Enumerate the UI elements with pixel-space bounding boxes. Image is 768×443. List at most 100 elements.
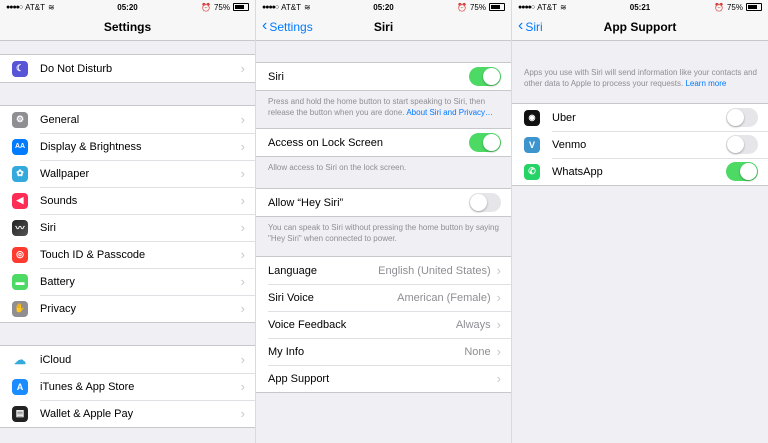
siri-screen: ●●●●○ AT&T ≋ 05:20 ⏰ 75% ‹ Settings Siri Sir… [256,0,512,443]
hey-siri-row: Allow “Hey Siri” [256,189,511,216]
speaker-icon: ◀ [12,192,28,209]
lock-screen-label: Access on Lock Screen [268,136,383,149]
settings-item-icloud[interactable]: ☁ iCloud › [0,346,255,373]
chevron-right-icon: › [240,166,245,181]
app-support-screen: ●●●●○ AT&T ≋ 05:21 ⏰ 75% ‹ Siri App Support … [512,0,768,443]
siri-toggle[interactable] [469,67,501,86]
siri-option-app-support[interactable]: App Support › [256,365,511,392]
chevron-right-icon: › [240,139,245,154]
chevron-right-icon: › [240,274,245,289]
settings-item-label: Do Not Disturb [40,62,113,75]
settings-item-do-not-disturb[interactable]: ☾ Do Not Disturb › [0,55,255,82]
chevron-right-icon: › [496,263,501,278]
settings-item-label: Sounds [40,194,78,207]
moon-icon: ☾ [12,60,28,77]
status-time: 05:20 [373,2,394,12]
back-button[interactable]: ‹ Settings [262,17,313,35]
settings-item-label: General [40,113,80,126]
siri-icon: 〰 [12,219,28,236]
battery-icon [489,3,505,11]
page-title: Settings [103,20,152,34]
settings-item-label: Wallet & Apple Pay [40,407,134,420]
battery-icon [745,3,762,11]
lock-screen-group: Access on Lock Screen [256,128,511,157]
carrier: AT&T [25,2,45,12]
whatsapp-toggle[interactable] [726,162,758,181]
settings-item-sounds[interactable]: ◀ Sounds › [0,187,255,214]
battery-icon [233,3,249,11]
settings-group-2: ⚙ General › AA Display & Brightness › ✿ Wa… [0,105,255,323]
page-title: App Support [603,20,677,34]
chevron-right-icon: › [240,379,245,394]
settings-item-label: Display & Brightness [40,140,142,153]
settings-item-display[interactable]: AA Display & Brightness › [0,133,255,160]
uber-icon: ◉ [524,109,540,126]
battery-percent: 75% [213,2,230,12]
siri-description: Press and hold the home button to start … [256,91,511,118]
settings-item-privacy[interactable]: ✋ Privacy › [0,295,255,322]
status-bar: ●●●●○ AT&T ≋ 05:20 ⏰ 75% [0,0,255,14]
about-siri-link[interactable]: About Siri and Privacy… [406,108,493,117]
chevron-left-icon: ‹ [262,17,268,34]
signal-icon: ●●●●○ [518,3,535,11]
lock-screen-toggle[interactable] [469,133,501,152]
chevron-right-icon: › [240,247,245,262]
alarm-icon: ⏰ [457,2,467,12]
app-store-icon: A [12,378,28,395]
status-bar: ●●●●○ AT&T ≋ 05:20 ⏰ 75% [256,0,511,14]
hand-icon: ✋ [12,300,28,317]
option-value: None [464,345,491,358]
hey-siri-toggle[interactable] [469,193,501,212]
settings-item-wallpaper[interactable]: ✿ Wallpaper › [0,160,255,187]
status-time: 05:20 [117,2,138,12]
cloud-icon: ☁ [12,351,28,368]
option-value: American (Female) [397,291,491,304]
nav-bar: Settings [0,14,255,41]
learn-more-link[interactable]: Learn more [685,79,726,88]
whatsapp-icon: ✆ [524,163,540,180]
settings-item-siri[interactable]: 〰 Siri › [0,214,255,241]
siri-option-my-info[interactable]: My Info None › [256,338,511,365]
battery-percent: 75% [469,2,486,12]
siri-option-language[interactable]: Language English (United States) › [256,257,511,284]
nav-bar: ‹ Settings Siri [256,14,511,41]
siri-label: Siri [268,70,284,83]
carrier: AT&T [537,2,557,12]
hey-siri-description: You can speak to Siri without pressing t… [268,223,499,243]
settings-item-label: Siri [40,221,56,234]
option-label: Siri Voice [268,291,314,304]
venmo-icon: V [524,136,540,153]
wifi-icon: ≋ [48,2,55,12]
chevron-right-icon: › [240,220,245,235]
settings-item-wallet[interactable]: ▤ Wallet & Apple Pay › [0,400,255,427]
settings-group-3: ☁ iCloud › A iTunes & App Store › ▤ Wallet… [0,345,255,428]
hey-siri-label: Allow “Hey Siri” [268,196,344,209]
back-button[interactable]: ‹ Siri [518,18,543,35]
carrier: AT&T [281,2,301,12]
settings-item-battery[interactable]: ▬ Battery › [0,268,255,295]
lock-screen-description: Allow access to Siri on the lock screen. [268,163,407,172]
settings-item-itunes[interactable]: A iTunes & App Store › [0,373,255,400]
signal-icon: ●●●●○ [262,3,279,11]
settings-item-touch-id[interactable]: ◎ Touch ID & Passcode › [0,241,255,268]
back-label: Siri [525,20,543,34]
gear-icon: ⚙ [12,111,28,128]
option-label: My Info [268,345,305,358]
app-row-venmo: V Venmo [512,131,768,158]
alarm-icon: ⏰ [201,2,211,12]
siri-options-group: Language English (United States) › Siri Vo… [256,256,511,393]
status-time: 05:21 [629,2,651,12]
siri-option-voice-feedback[interactable]: Voice Feedback Always › [256,311,511,338]
nav-bar: ‹ Siri App Support [512,14,768,41]
settings-item-general[interactable]: ⚙ General › [0,106,255,133]
settings-item-label: Touch ID & Passcode [40,248,146,261]
app-label: WhatsApp [552,165,603,178]
uber-toggle[interactable] [726,108,758,127]
app-row-whatsapp: ✆ WhatsApp [512,158,768,185]
option-label: App Support [268,372,330,385]
settings-item-label: Wallpaper [40,167,90,180]
settings-item-label: Battery [40,275,75,288]
settings-screen: ●●●●○ AT&T ≋ 05:20 ⏰ 75% Settings ☾ Do Not … [0,0,256,443]
venmo-toggle[interactable] [726,135,758,154]
siri-option-voice[interactable]: Siri Voice American (Female) › [256,284,511,311]
